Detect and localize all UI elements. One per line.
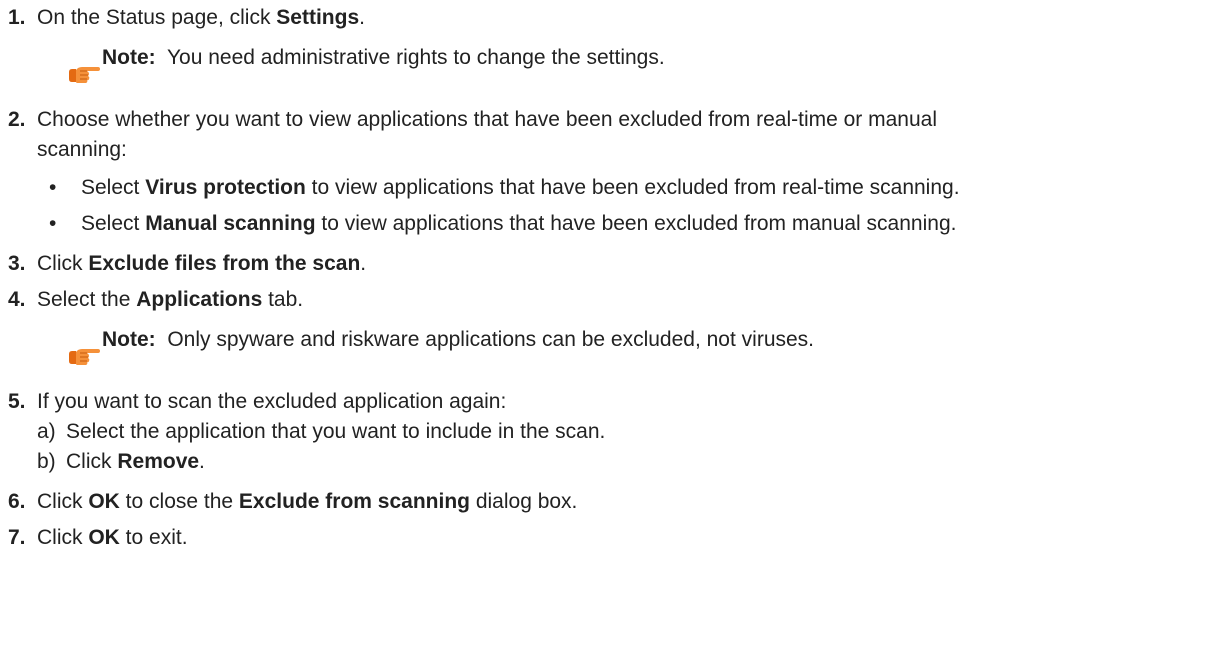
bullet-text: Select bbox=[81, 212, 146, 235]
step-text-end: dialog box. bbox=[469, 490, 578, 513]
step-text: Click bbox=[37, 490, 89, 513]
step-number: 3. bbox=[8, 252, 26, 275]
ok-term: OK bbox=[88, 490, 120, 513]
step-7: 7. Click OK to exit. bbox=[8, 523, 1208, 553]
step-text-mid: to close the bbox=[119, 490, 239, 513]
note-admin-rights: Note: You need administrative rights to … bbox=[8, 33, 1208, 97]
note-spyware: Note: Only spyware and riskware applicat… bbox=[8, 315, 1208, 379]
bullet: • bbox=[49, 176, 57, 199]
step-text: Select the bbox=[37, 288, 137, 311]
step-number: 2. bbox=[8, 108, 26, 131]
step-2: 2. Choose whether you want to view appli… bbox=[8, 105, 1208, 239]
substep-text: Select the application that you want to … bbox=[66, 420, 606, 443]
note-text: Note: Only spyware and riskware applicat… bbox=[102, 325, 814, 355]
note-text: Note: You need administrative rights to … bbox=[102, 43, 665, 73]
step-text: Click bbox=[37, 526, 89, 549]
step-number: 7. bbox=[8, 526, 26, 549]
list-item: b) Click Remove. bbox=[37, 447, 1208, 477]
settings-term: Settings bbox=[276, 6, 360, 29]
remove-term: Remove bbox=[117, 450, 200, 473]
note-label: Note: bbox=[102, 328, 156, 351]
note-body: Only spyware and riskware applications c… bbox=[167, 328, 815, 351]
step-text-end: tab. bbox=[262, 288, 304, 311]
step-text-end: . bbox=[360, 252, 367, 275]
scan-type-options: • Select Virus protection to view applic… bbox=[37, 173, 1208, 239]
substep-text-end: . bbox=[199, 450, 205, 473]
exclude-files-term: Exclude files from the scan bbox=[88, 252, 361, 275]
step-text-end: . bbox=[359, 6, 365, 29]
exclude-from-scanning-term: Exclude from scanning bbox=[238, 490, 470, 513]
manual-scanning-term: Manual scanning bbox=[145, 212, 316, 235]
substep-letter: b) bbox=[37, 450, 56, 473]
substeps: a) Select the application that you want … bbox=[37, 417, 1208, 477]
bullet-text-end: to view applications that have been excl… bbox=[315, 212, 957, 235]
step-text: On the Status page, click bbox=[37, 6, 277, 29]
step-text-continued: scanning: bbox=[37, 138, 127, 161]
step-1: 1. On the Status page, click Settings. bbox=[8, 3, 1208, 33]
step-6: 6. Click OK to close the Exclude from sc… bbox=[8, 487, 1208, 517]
step-number: 1. bbox=[8, 6, 26, 29]
step-text: Click bbox=[37, 252, 89, 275]
step-5: 5. If you want to scan the excluded appl… bbox=[8, 387, 1208, 477]
step-number: 5. bbox=[8, 390, 26, 413]
ok-term: OK bbox=[88, 526, 120, 549]
step-number: 6. bbox=[8, 490, 26, 513]
step-number: 4. bbox=[8, 288, 26, 311]
pointing-hand-icon bbox=[69, 349, 100, 365]
step-text: Choose whether you want to view applicat… bbox=[37, 108, 937, 131]
substep-letter: a) bbox=[37, 420, 56, 443]
step-text-end: to exit. bbox=[119, 526, 188, 549]
bullet-text-end: to view applications that have been excl… bbox=[305, 176, 960, 199]
bullet-text: Select bbox=[81, 176, 146, 199]
step-3: 3. Click Exclude files from the scan. bbox=[8, 249, 1208, 279]
substep-text: Click bbox=[66, 450, 118, 473]
procedure: 1. On the Status page, click Settings. N… bbox=[0, 0, 1208, 553]
list-item: • Select Virus protection to view applic… bbox=[49, 173, 1208, 203]
virus-protection-term: Virus protection bbox=[145, 176, 306, 199]
bullet: • bbox=[49, 212, 57, 235]
applications-term: Applications bbox=[136, 288, 263, 311]
pointing-hand-icon bbox=[69, 67, 100, 83]
note-body: You need administrative rights to change… bbox=[166, 46, 665, 69]
step-text: If you want to scan the excluded applica… bbox=[37, 390, 507, 413]
list-item: a) Select the application that you want … bbox=[37, 417, 1208, 447]
step-4: 4. Select the Applications tab. bbox=[8, 285, 1208, 315]
note-label: Note: bbox=[102, 46, 156, 69]
list-item: • Select Manual scanning to view applica… bbox=[49, 209, 1208, 239]
